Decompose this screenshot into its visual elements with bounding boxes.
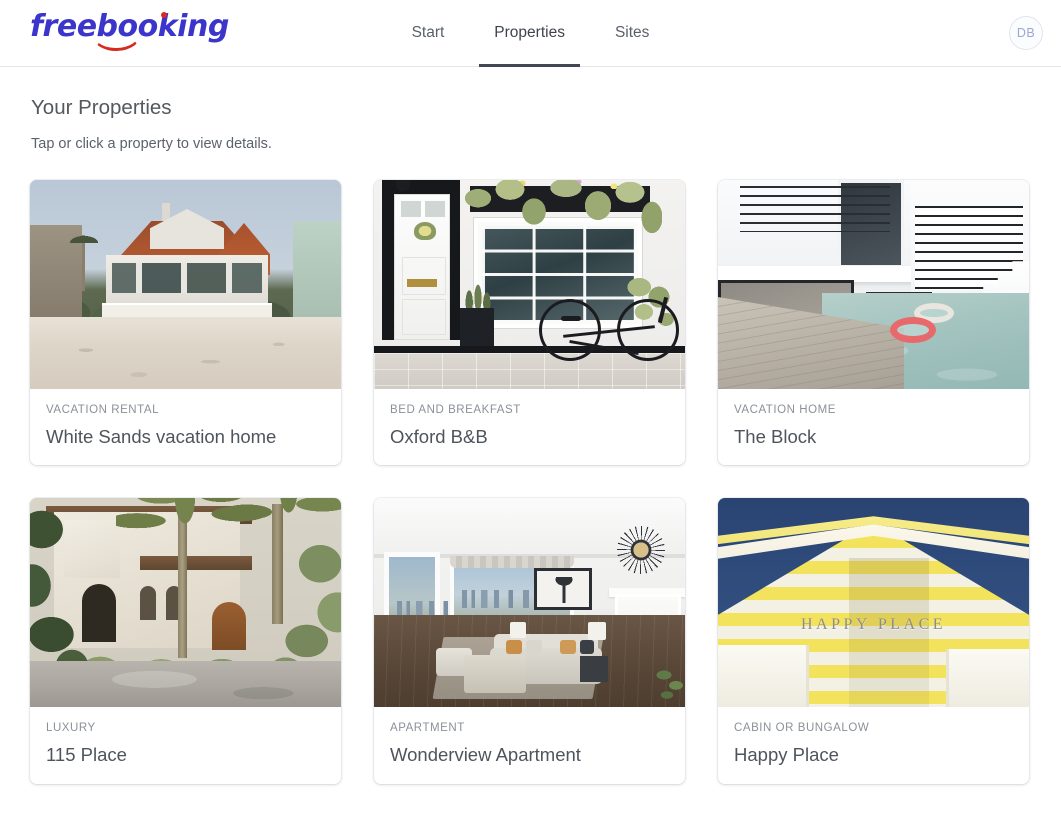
main-navigation: Start Properties Sites <box>0 0 1061 67</box>
hut-sign-text: HAPPY PLACE <box>800 616 947 634</box>
property-card-the-block[interactable]: VACATION HOME The Block <box>718 180 1029 466</box>
property-name: 115 Place <box>46 744 127 766</box>
property-category: APARTMENT <box>390 722 465 735</box>
property-info: APARTMENT Wonderview Apartment <box>374 707 685 783</box>
property-category: BED AND BREAKFAST <box>390 404 521 416</box>
nav-item-sites-label: Sites <box>614 24 650 41</box>
nav-item-properties-label: Properties <box>494 24 565 41</box>
avatar-initials: DB <box>1016 26 1036 40</box>
page-title: Your Properties <box>31 96 172 119</box>
property-info: VACATION RENTAL White Sands vacation hom… <box>30 389 341 465</box>
property-image-the-block <box>718 180 1029 389</box>
property-image-115-place <box>30 498 341 708</box>
page-bottom-spacer <box>30 784 1031 810</box>
property-card-wonderview-apartment[interactable]: APARTMENT Wonderview Apartment <box>374 498 685 784</box>
avatar[interactable]: DB <box>1009 16 1043 50</box>
nav-item-properties[interactable]: Properties <box>469 0 590 67</box>
property-name: Wonderview Apartment <box>390 744 581 766</box>
property-image-white-sands <box>30 180 341 389</box>
property-name: Oxford B&B <box>390 426 488 447</box>
property-info: CABIN OR BUNGALOW Happy Place <box>718 707 1029 783</box>
property-image-wonderview-apartment <box>374 498 685 708</box>
property-name: The Block <box>734 426 817 447</box>
property-image-happy-place: HAPPY PLACE <box>718 498 1029 708</box>
page-content: Your Properties Tap or click a property … <box>0 96 1061 810</box>
page-subtitle: Tap or click a property to view details. <box>31 136 272 152</box>
nav-item-sites[interactable]: Sites <box>590 0 674 66</box>
property-category: VACATION RENTAL <box>46 404 160 416</box>
property-card-happy-place[interactable]: HAPPY PLACE CABIN OR BUNGALOW Happy Plac… <box>718 498 1029 784</box>
property-card-white-sands[interactable]: VACATION RENTAL White Sands vacation hom… <box>30 180 341 466</box>
property-info: BED AND BREAKFAST Oxford B&B <box>374 389 685 465</box>
bicycle-icon <box>539 287 679 361</box>
app-header: freebooking Start Properties Sites DB <box>0 0 1061 67</box>
properties-grid: VACATION RENTAL White Sands vacation hom… <box>30 180 1031 784</box>
property-card-oxford-bnb[interactable]: BED AND BREAKFAST Oxford B&B <box>374 180 685 466</box>
nav-item-start-label: Start <box>411 24 445 41</box>
property-name: White Sands vacation home <box>46 426 277 447</box>
sunburst-mirror-icon <box>617 526 665 575</box>
property-category: VACATION HOME <box>734 404 836 416</box>
property-category: LUXURY <box>46 722 96 735</box>
property-card-115-place[interactable]: LUXURY 115 Place <box>30 498 341 784</box>
pool-float-icon <box>890 317 936 343</box>
nav-item-start[interactable]: Start <box>387 0 470 66</box>
property-info: VACATION HOME The Block <box>718 389 1029 465</box>
property-info: LUXURY 115 Place <box>30 707 341 783</box>
property-category: CABIN OR BUNGALOW <box>734 722 870 735</box>
property-image-oxford-bnb <box>374 180 685 389</box>
property-name: Happy Place <box>734 744 839 766</box>
